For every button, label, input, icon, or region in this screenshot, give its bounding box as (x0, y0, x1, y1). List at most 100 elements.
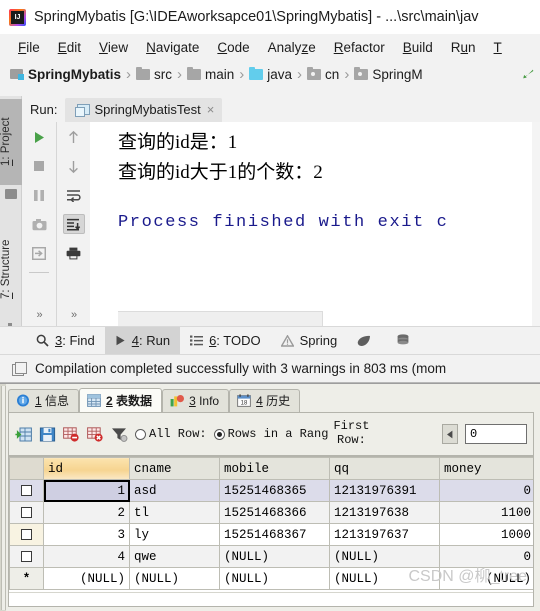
cell-mobile[interactable]: (NULL) (219, 567, 330, 590)
cell-mobile[interactable]: 15251468367 (219, 523, 330, 546)
cell-qq[interactable]: (NULL) (329, 545, 440, 568)
cell-cname[interactable]: tl (129, 501, 220, 524)
menu-item-file[interactable]: File (9, 39, 49, 56)
discard-changes-icon[interactable] (87, 426, 104, 442)
tool-tab-run[interactable]: 4: Run (104, 326, 181, 355)
breadcrumb-item-module[interactable]: SpringMybatis (8, 67, 123, 82)
cell-mobile[interactable]: 15251468365 (219, 479, 330, 502)
cell-money[interactable]: 0 (439, 545, 533, 568)
column-header-check[interactable] (9, 457, 44, 480)
pause-button[interactable] (28, 185, 50, 205)
cell-money[interactable]: 1000 (439, 523, 533, 546)
close-icon[interactable]: × (207, 102, 215, 117)
table-row[interactable]: 2 tl 15251468366 1213197638 1100 (9, 501, 533, 524)
cell-id[interactable]: 3 (43, 523, 130, 546)
column-header-mobile[interactable]: mobile (219, 457, 330, 480)
row-selector[interactable] (9, 545, 44, 568)
breadcrumb-item-java[interactable]: java (247, 66, 294, 82)
cell-id[interactable]: 2 (43, 501, 130, 524)
tool-tab-find[interactable]: 3: Find (26, 327, 105, 355)
tool-tab-problems[interactable]: Spring (271, 327, 348, 355)
cell-cname[interactable]: (NULL) (129, 567, 220, 590)
filter-funnel-icon[interactable] (111, 427, 128, 442)
cell-cname[interactable]: asd (129, 479, 220, 502)
cell-qq[interactable]: 1213197638 (329, 501, 440, 524)
cell-money[interactable]: (NULL) (439, 567, 533, 590)
breadcrumb-item-main[interactable]: main (185, 66, 236, 82)
radio-all-rows[interactable]: All Row: (135, 427, 207, 441)
menu-item-refactor[interactable]: Refactor (325, 39, 394, 56)
cell-mobile[interactable]: (NULL) (219, 545, 330, 568)
cell-qq[interactable]: 1213197637 (329, 523, 440, 546)
cell-id[interactable]: (NULL) (43, 567, 130, 590)
menu-item-analyze[interactable]: Analyze (259, 39, 325, 56)
cell-id[interactable]: 1 (43, 479, 130, 502)
checkbox-icon[interactable] (21, 484, 32, 496)
column-header-money[interactable]: money (439, 457, 533, 480)
run-toolbar-more-left[interactable]: » (36, 309, 42, 327)
table-row[interactable]: 1 asd 15251468365 12131976391 0 (9, 479, 533, 502)
cell-mobile[interactable]: 15251468366 (219, 501, 330, 524)
console-output[interactable]: 查询的id是：1 查询的id大于1的个数：2 Process finished … (90, 122, 540, 327)
row-selector[interactable] (9, 501, 44, 524)
snapshot-button[interactable] (28, 214, 50, 234)
cell-qq[interactable]: (NULL) (329, 567, 440, 590)
menu-item-code[interactable]: Code (208, 39, 258, 56)
db-tab-info[interactable]: 3 Info (162, 389, 230, 412)
thread-dump-button[interactable] (28, 243, 50, 263)
run-tab-springmybatistest[interactable]: SpringMybatisTest × (65, 98, 223, 122)
db-data-grid[interactable]: id cname mobile qq money 1 asd 152514683… (8, 456, 534, 607)
scroll-to-end-button[interactable] (62, 214, 85, 234)
next-occurrence-button[interactable] (63, 156, 85, 176)
save-changes-icon[interactable] (39, 427, 56, 442)
run-green-arrow-icon[interactable] (521, 67, 536, 81)
column-header-cname[interactable]: cname (129, 457, 220, 480)
menu-item-navigate[interactable]: Navigate (137, 39, 208, 56)
table-row[interactable]: 3 ly 15251468367 1213197637 1000 (9, 523, 533, 546)
stop-button[interactable] (28, 156, 50, 176)
cell-id[interactable]: 4 (43, 545, 130, 568)
table-row-new[interactable]: * (NULL) (NULL) (NULL) (NULL) (NULL) (9, 567, 533, 590)
prev-occurrence-button[interactable] (63, 127, 85, 147)
cell-cname[interactable]: qwe (129, 545, 220, 568)
menu-item-view[interactable]: View (90, 39, 137, 56)
insert-row-icon[interactable] (15, 427, 32, 442)
column-header-qq[interactable]: qq (329, 457, 440, 480)
menu-item-run[interactable]: Run (442, 39, 485, 56)
row-selector[interactable] (9, 479, 44, 502)
breadcrumb-item-cn[interactable]: cn (305, 66, 341, 82)
cell-money[interactable]: 1100 (439, 501, 533, 524)
delete-row-icon[interactable] (63, 426, 80, 442)
tool-tab-todo[interactable]: 6: TODO (180, 327, 271, 355)
sidebar-tab-structure[interactable]: 7: Structure (0, 221, 22, 317)
first-row-input[interactable]: 0 (465, 424, 527, 444)
run-toolbar-more-right[interactable]: » (71, 309, 77, 327)
soft-wrap-button[interactable] (63, 185, 85, 205)
console-scrollbar[interactable] (532, 122, 540, 327)
menu-item-edit[interactable]: Edit (49, 39, 90, 56)
table-row[interactable]: 4 qwe (NULL) (NULL) 0 (9, 545, 533, 568)
checkbox-icon[interactable] (21, 506, 32, 518)
checkbox-icon[interactable] (21, 550, 32, 562)
db-tab-info-cn[interactable]: 1 信息 (8, 389, 80, 412)
radio-rows-in-range[interactable]: Rows in a Rang (213, 427, 328, 441)
tool-tab-spring[interactable] (347, 327, 387, 355)
cell-money[interactable]: 0 (439, 479, 533, 502)
rerun-button[interactable] (28, 127, 50, 147)
column-header-id[interactable]: id (43, 457, 130, 480)
menu-item-build[interactable]: Build (394, 39, 442, 56)
breadcrumb-item-springm[interactable]: SpringM (352, 66, 424, 82)
sidebar-tab-project[interactable]: 1: Project (0, 99, 22, 185)
breadcrumb-item-src[interactable]: src (134, 66, 174, 82)
db-tab-history[interactable]: 18 4 历史 (229, 389, 301, 412)
first-row-prev-button[interactable] (442, 424, 458, 444)
row-selector[interactable] (9, 523, 44, 546)
cell-qq[interactable]: 12131976391 (329, 479, 440, 502)
new-row-marker[interactable]: * (9, 567, 44, 590)
print-button[interactable] (63, 243, 85, 263)
menu-item-tools[interactable]: T (485, 39, 511, 56)
checkbox-icon[interactable] (21, 528, 32, 540)
db-tab-table-data[interactable]: 2 表数据 (79, 388, 163, 412)
tool-tab-database[interactable] (387, 327, 419, 355)
cell-cname[interactable]: ly (129, 523, 220, 546)
